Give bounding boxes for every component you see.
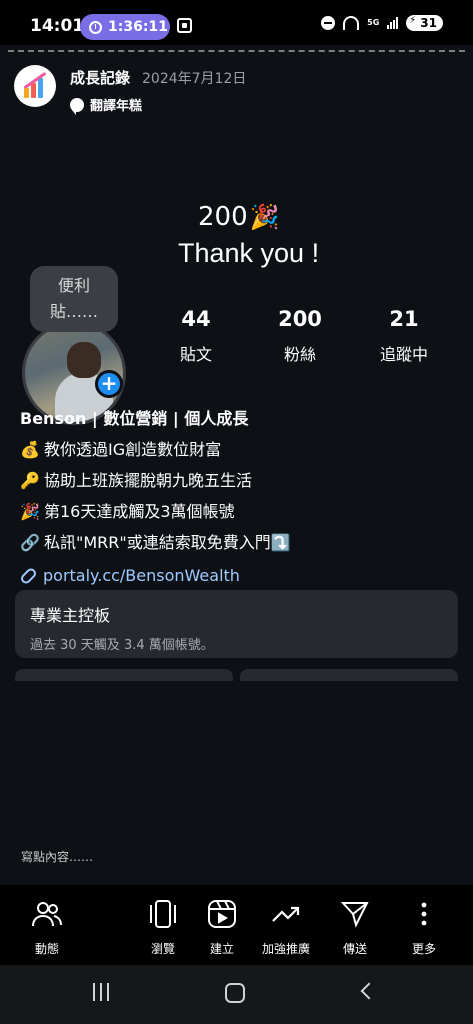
party-popper-icon: 🎉 [20,502,40,521]
dashboard-title: 專業主控板 [30,606,111,625]
send-icon [325,897,385,931]
speech-bubble-icon [70,97,84,115]
people-icon [17,897,77,931]
timer-chip[interactable]: 1:36:11 [80,14,170,40]
recent-apps-icon[interactable] [93,983,109,1001]
stopwatch-icon [89,20,102,34]
browse-button[interactable]: 瀏覽 [133,897,193,957]
thanks-text: Thank you ! [178,238,320,268]
profile-button-right[interactable] [240,669,458,681]
do-not-disturb-icon [321,16,336,30]
bio-line: 💰 教你透過IG創造數位財富 [20,436,460,467]
link-emoji-icon: 🔗 [20,533,40,552]
profile-link[interactable]: portaly.cc/BensonWealth [18,560,460,591]
key-icon: 🔑 [20,471,40,490]
hotspot-icon [343,16,360,30]
network-type: 5G [367,18,380,27]
system-nav-bar [0,965,473,1024]
thanks-count: 200 🎉 [198,202,280,232]
post-header: 成長記錄 2024年7月12日 翻譯年糕 [14,65,247,115]
professional-dashboard[interactable]: 專業主控板 過去 30 天觸及 3.4 萬個帳號。 [15,590,458,658]
translate-label: 翻譯年糕 [90,99,143,114]
bio-line: 🎉 第16天達成觸及3萬個帳號 [20,498,460,529]
boost-icon [256,897,316,931]
battery-level: 31 [406,15,443,31]
bio-line: 🔑 協助上班族擺脫朝九晚五生活 [20,467,460,498]
boost-button[interactable]: 加強推廣 [256,897,316,957]
send-button[interactable]: 傳送 [325,897,385,957]
translate-row[interactable]: 翻譯年糕 [70,95,246,115]
screen-capture-icon [177,18,192,33]
timer-value: 1:36:11 [108,19,168,35]
dashboard-subtitle: 過去 30 天觸及 3.4 萬個帳號。 [30,638,214,653]
profile-bio: Benson | 數位營銷 | 個人成長 💰 教你透過IG創造數位財富 🔑 協助上班… [18,405,460,591]
more-button[interactable]: 更多 [394,897,454,957]
post-screen: 成長記錄 2024年7月12日 翻譯年糕 200 🎉 Thank you ! 便… [0,45,473,885]
post-date: 2024年7月12日 [142,71,247,87]
bio-line: 🔗 私訊"MRR"或連結索取免費入門⤵️ [20,529,460,560]
browse-icon [133,897,193,931]
feed-button[interactable]: 動態 [17,897,77,957]
money-bag-icon: 💰 [20,440,40,459]
divider [8,50,465,52]
stat-followers[interactable]: 200 粉絲 [272,307,328,365]
add-story-button[interactable]: + [95,370,123,398]
status-icons: 5G 31 [321,15,443,31]
signal-icon [387,17,399,29]
post-author[interactable]: 成長記錄 [70,67,130,88]
back-icon[interactable] [360,982,378,1000]
party-popper-icon: 🎉 [249,203,280,231]
profile-button-left[interactable] [15,669,233,681]
status-time: 14:01 [30,16,85,36]
create-button[interactable]: 建立 [192,897,252,957]
compose-input[interactable]: 寫點內容…… [21,848,93,865]
stat-following[interactable]: 21 追蹤中 [372,307,436,365]
create-icon [192,897,252,931]
stat-posts[interactable]: 44 貼文 [170,307,222,365]
account-logo[interactable] [14,65,56,107]
profile-name: Benson | 數位營銷 | 個人成長 [20,409,249,428]
home-icon[interactable] [225,983,245,1003]
link-icon [18,565,39,586]
more-icon [394,897,454,931]
bottom-toolbar: 動態 瀏覽 建立 加強推廣 傳送 更多 [0,885,473,965]
sticky-note-tooltip[interactable]: 便利 貼…… [30,266,118,332]
